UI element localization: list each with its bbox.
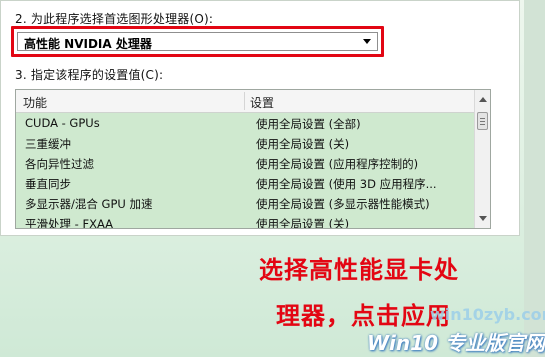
scrollbar-thumb[interactable] [477,112,488,130]
program-settings-panel: 2. 为此程序选择首选图形处理器(O): 高性能 NVIDIA 处理器 3. 指… [0,0,520,236]
list-item[interactable]: 多显示器/混合 GPU 加速 使用全局设置 (多显示器性能模式) [16,193,474,213]
setting-value: 使用全局设置 (关) [256,137,350,151]
feature-name: 各向异性过滤 [25,157,94,171]
list-item[interactable]: 三重缓冲 使用全局设置 (关) [16,133,474,153]
arrow-up-icon [479,97,487,102]
chevron-down-icon[interactable] [363,39,371,44]
list-item[interactable]: 平滑处理 - FXAA 使用全局设置 (关) [16,213,474,228]
setting-value: 使用全局设置 (关) [256,217,350,228]
header-feature[interactable]: 功能 [23,94,47,111]
setting-value: 使用全局设置 (使用 3D 应用程序... [256,177,437,191]
setting-value: 使用全局设置 (应用程序控制的) [256,157,419,171]
feature-name: 三重缓冲 [25,137,71,151]
scroll-down-button[interactable] [477,213,488,224]
watermark-brand: Win10 专业版官网 [367,331,545,355]
grip-line [480,124,485,125]
dropdown-selected-value: 高性能 NVIDIA 处理器 [24,37,152,51]
watermark-url: win10zyb.com [430,305,545,324]
setting-value: 使用全局设置 (全部) [256,117,361,131]
feature-name: 垂直同步 [25,177,71,191]
graphics-processor-dropdown[interactable]: 高性能 NVIDIA 处理器 [17,32,378,51]
grip-line [480,118,485,119]
feature-name: 平滑处理 - FXAA [25,217,114,228]
feature-name: CUDA - GPUs [25,116,100,130]
setting-value: 使用全局设置 (多显示器性能模式) [256,197,430,211]
vertical-scrollbar[interactable] [474,90,490,228]
highlight-box: 高性能 NVIDIA 处理器 [11,26,384,57]
arrow-down-icon [479,216,487,221]
list-item[interactable]: CUDA - GPUs 使用全局设置 (全部) [16,113,474,133]
step3-label: 3. 指定该程序的设置值(C): [15,68,164,82]
grip-line [480,121,485,122]
step2-label: 2. 为此程序选择首选图形处理器(O): [15,12,214,26]
settings-list: 功能 设置 CUDA - GPUs 使用全局设置 (全部) 三重缓冲 使用全局设… [15,89,491,229]
header-divider[interactable] [244,92,245,110]
instruction-caption-line2: 理器，点击应用 [276,302,451,330]
window-edge [524,0,545,357]
list-header: 功能 设置 [16,90,474,113]
scroll-up-button[interactable] [477,94,488,105]
header-setting[interactable]: 设置 [250,94,274,111]
feature-name: 多显示器/混合 GPU 加速 [25,197,153,211]
list-item[interactable]: 各向异性过滤 使用全局设置 (应用程序控制的) [16,153,474,173]
list-item[interactable]: 垂直同步 使用全局设置 (使用 3D 应用程序... [16,173,474,193]
settings-rows: CUDA - GPUs 使用全局设置 (全部) 三重缓冲 使用全局设置 (关) … [16,113,474,228]
instruction-caption-line1: 选择高性能显卡处 [259,256,459,284]
